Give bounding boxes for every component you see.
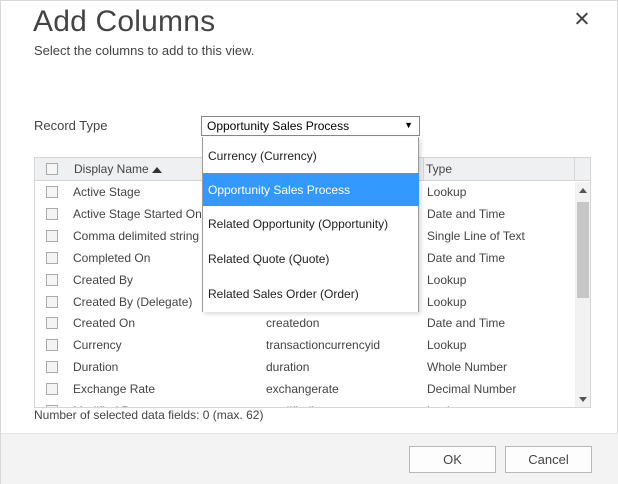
dialog-title: Add Columns	[33, 5, 216, 38]
cell-type: Lookup	[427, 338, 467, 353]
column-divider[interactable]	[574, 158, 575, 180]
selected-fields-summary: Number of selected data fields: 0 (max. …	[34, 408, 264, 422]
record-type-dropdown-list: Currency (Currency) Opportunity Sales Pr…	[202, 137, 419, 312]
cell-display-name: Created On	[73, 316, 136, 331]
header-type[interactable]: Type	[426, 162, 452, 176]
cell-schema-name: createdon	[266, 316, 320, 331]
column-divider[interactable]	[423, 158, 424, 180]
cell-schema-name: modifiedby	[266, 404, 324, 407]
cell-display-name: Active Stage	[73, 185, 141, 199]
row-checkbox[interactable]	[46, 229, 58, 242]
option-related-opportunity[interactable]: Related Opportunity (Opportunity)	[203, 207, 419, 240]
scroll-up-icon[interactable]	[579, 188, 587, 193]
cancel-button[interactable]: Cancel	[505, 446, 592, 473]
select-all-checkbox[interactable]	[46, 163, 58, 175]
option-opportunity-sales-process[interactable]: Opportunity Sales Process	[203, 173, 419, 206]
cell-display-name: Created By (Delegate)	[73, 294, 193, 309]
row-checkbox[interactable]	[46, 207, 58, 220]
row-checkbox[interactable]	[46, 317, 58, 330]
cell-type: Lookup	[427, 294, 467, 309]
dialog-subtitle: Select the columns to add to this view.	[34, 43, 255, 58]
row-checkbox[interactable]	[46, 295, 58, 308]
cell-display-name: Duration	[73, 360, 119, 375]
scroll-thumb[interactable]	[577, 202, 589, 298]
cell-type: Decimal Number	[427, 382, 517, 397]
table-row[interactable]: Created On createdon Date and Time	[35, 313, 575, 335]
cell-display-name: Comma delimited string	[73, 228, 200, 243]
header-display-name[interactable]: Display Name	[74, 162, 149, 176]
row-checkbox[interactable]	[46, 361, 58, 374]
dialog-footer: OK Cancel	[1, 433, 618, 484]
cell-type: Whole Number	[427, 360, 508, 375]
record-type-label: Record Type	[34, 118, 108, 133]
dropdown-arrow-icon[interactable]: ▼	[404, 120, 413, 130]
row-checkbox[interactable]	[46, 186, 58, 198]
row-checkbox[interactable]	[46, 339, 58, 352]
option-related-quote[interactable]: Related Quote (Quote)	[203, 242, 419, 275]
table-row[interactable]: Modified BymodifiedbyLookup	[35, 401, 575, 407]
row-checkbox[interactable]	[46, 251, 58, 264]
ok-button[interactable]: OK	[409, 446, 496, 473]
record-type-select[interactable]: Opportunity Sales Process ▼	[201, 116, 420, 136]
cell-schema-name: transactioncurrencyid	[266, 338, 381, 353]
cell-schema-name: duration	[266, 360, 310, 375]
cell-type: Date and Time	[427, 206, 506, 221]
cell-display-name: Active Stage Started On	[73, 206, 202, 221]
cell-type: Lookup	[427, 272, 467, 287]
table-row[interactable]: Duration duration Whole Number	[35, 357, 575, 379]
cell-display-name: Created By	[73, 272, 134, 287]
sort-ascending-icon	[152, 167, 162, 173]
vertical-scrollbar[interactable]	[575, 182, 590, 407]
row-checkbox[interactable]	[46, 383, 58, 396]
cell-display-name: Completed On	[73, 250, 151, 265]
cell-type: Date and Time	[427, 250, 506, 265]
cell-display-name: Exchange Rate	[73, 382, 156, 397]
close-icon[interactable]	[573, 10, 591, 28]
row-checkbox[interactable]	[46, 273, 58, 286]
cell-type: Lookup	[427, 185, 467, 199]
table-row[interactable]: Exchange Rate exchangerate Decimal Number	[35, 379, 575, 401]
option-currency[interactable]: Currency (Currency)	[203, 139, 419, 172]
cell-display-name: Currency	[73, 338, 122, 353]
cell-schema-name: exchangerate	[266, 382, 339, 397]
cell-type: Date and Time	[427, 316, 506, 331]
scroll-down-icon[interactable]	[579, 397, 587, 402]
cell-type: Lookup	[427, 404, 466, 407]
option-related-sales-order[interactable]: Related Sales Order (Order)	[203, 277, 419, 310]
table-row[interactable]: Currency transactioncurrencyid Lookup	[35, 335, 575, 357]
cell-type: Single Line of Text	[427, 228, 525, 243]
record-type-selected-value: Opportunity Sales Process	[207, 119, 350, 133]
add-columns-dialog: Add Columns Select the columns to add to…	[0, 0, 618, 484]
